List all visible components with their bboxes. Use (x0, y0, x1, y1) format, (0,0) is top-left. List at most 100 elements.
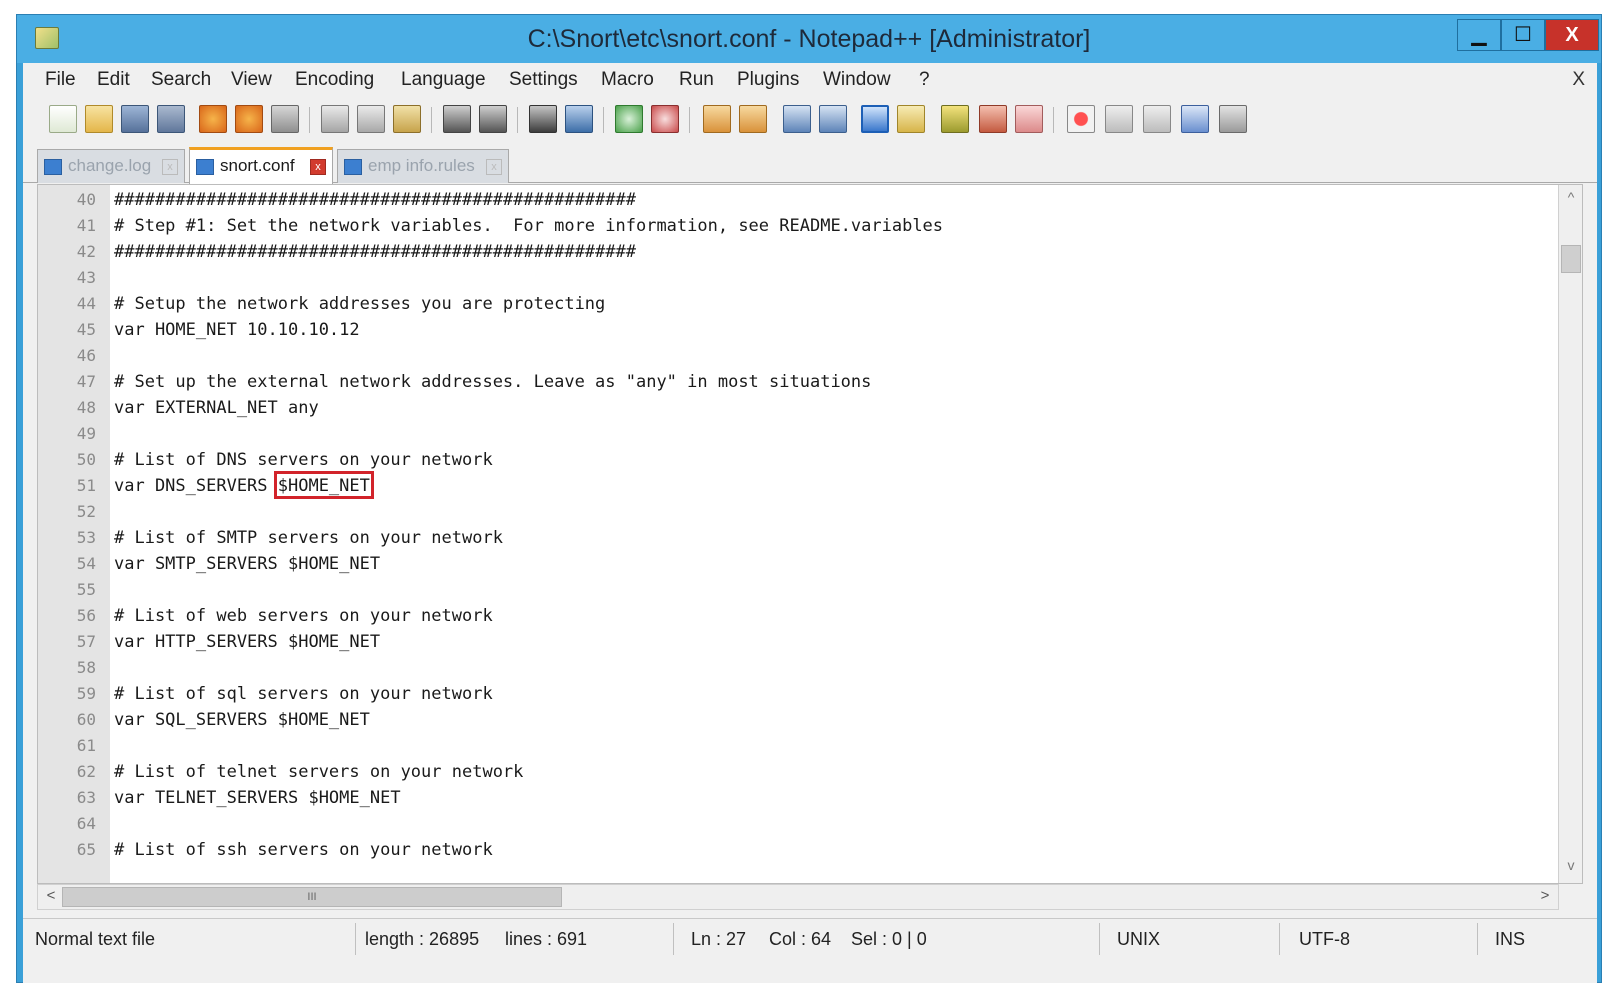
menu-settings[interactable]: Settings (509, 69, 578, 91)
sync-vertical-icon[interactable] (703, 105, 731, 133)
playback-icon[interactable] (1143, 105, 1171, 133)
line-text[interactable]: # List of web servers on your network (114, 603, 493, 629)
line-text[interactable]: # List of SMTP servers on your network (114, 525, 503, 551)
editor-line[interactable]: 49 (38, 421, 1538, 447)
editor-line[interactable]: 42 ######################################… (38, 239, 1538, 265)
menu-search[interactable]: Search (151, 69, 211, 91)
editor-line[interactable]: 63 var TELNET_SERVERS $HOME_NET (38, 785, 1538, 811)
vertical-scroll-thumb[interactable] (1561, 245, 1581, 273)
line-text[interactable]: ########################################… (114, 187, 636, 213)
menu-language[interactable]: Language (401, 69, 486, 91)
function-list-icon[interactable] (979, 105, 1007, 133)
tab-emp-info-rules[interactable]: emp info.rules x (337, 149, 509, 183)
editor-line[interactable]: 54 var SMTP_SERVERS $HOME_NET (38, 551, 1538, 577)
editor-line[interactable]: 48 var EXTERNAL_NET any (38, 395, 1538, 421)
editor-line[interactable]: 51 var DNS_SERVERS $HOME_NET (38, 471, 1538, 499)
close-tab-icon[interactable]: x (162, 159, 178, 175)
folder-workspace-icon[interactable] (1015, 105, 1043, 133)
line-text[interactable]: var HOME_NET 10.10.10.12 (114, 317, 360, 343)
undo-icon[interactable] (443, 105, 471, 133)
line-text[interactable]: # Setup the network addresses you are pr… (114, 291, 605, 317)
editor-line[interactable]: 52 (38, 499, 1538, 525)
line-text[interactable]: # List of sql servers on your network (114, 681, 493, 707)
close-tab-icon[interactable]: x (486, 159, 502, 175)
line-text[interactable]: # Step #1: Set the network variables. Fo… (114, 213, 943, 239)
menu-run[interactable]: Run (679, 69, 714, 91)
find-icon[interactable] (529, 105, 557, 133)
save-macro-icon[interactable] (1219, 105, 1247, 133)
editor-line[interactable]: 46 (38, 343, 1538, 369)
editor-line[interactable]: 53 # List of SMTP servers on your network (38, 525, 1538, 551)
vertical-scrollbar[interactable]: ^ v (1558, 185, 1582, 883)
open-file-icon[interactable] (85, 105, 113, 133)
record-macro-icon[interactable] (1067, 105, 1095, 133)
editor-line[interactable]: 40 ######################################… (38, 187, 1538, 213)
menu-macro[interactable]: Macro (601, 69, 654, 91)
zoom-out-icon[interactable] (651, 105, 679, 133)
menu-view[interactable]: View (231, 69, 272, 91)
menu-plugins[interactable]: Plugins (737, 69, 799, 91)
menu-help[interactable]: ? (919, 69, 930, 91)
user-language-icon[interactable] (897, 105, 925, 133)
scroll-down-icon[interactable]: v (1559, 857, 1582, 879)
copy-icon[interactable] (357, 105, 385, 133)
editor-line[interactable]: 61 (38, 733, 1538, 759)
line-text[interactable]: var TELNET_SERVERS $HOME_NET (114, 785, 401, 811)
editor-line[interactable]: 47 # Set up the external network addresse… (38, 369, 1538, 395)
maximize-button[interactable]: ☐ (1501, 19, 1545, 51)
line-text[interactable]: # Set up the external network addresses.… (114, 369, 871, 395)
zoom-in-icon[interactable] (615, 105, 643, 133)
menu-encoding[interactable]: Encoding (295, 69, 374, 91)
print-icon[interactable] (271, 105, 299, 133)
text-editor[interactable]: 40 ######################################… (37, 184, 1583, 884)
editor-line[interactable]: 58 (38, 655, 1538, 681)
line-text[interactable]: # List of ssh servers on your network (114, 837, 493, 863)
save-icon[interactable] (121, 105, 149, 133)
close-tab-icon[interactable]: x (310, 159, 326, 175)
editor-line[interactable]: 57 var HTTP_SERVERS $HOME_NET (38, 629, 1538, 655)
line-text[interactable]: var SMTP_SERVERS $HOME_NET (114, 551, 380, 577)
line-text[interactable]: # List of telnet servers on your network (114, 759, 523, 785)
scroll-up-icon[interactable]: ^ (1559, 189, 1582, 211)
editor-line[interactable]: 56 # List of web servers on your network (38, 603, 1538, 629)
editor-line[interactable]: 50 # List of DNS servers on your network (38, 447, 1538, 473)
cut-icon[interactable] (321, 105, 349, 133)
menu-edit[interactable]: Edit (97, 69, 130, 91)
sync-horizontal-icon[interactable] (739, 105, 767, 133)
editor-line[interactable]: 60 var SQL_SERVERS $HOME_NET (38, 707, 1538, 733)
minimize-button[interactable]: ▁ (1457, 19, 1501, 51)
redo-icon[interactable] (479, 105, 507, 133)
menu-window[interactable]: Window (823, 69, 891, 91)
indent-guide-icon[interactable] (861, 105, 889, 133)
run-macro-multiple-icon[interactable] (1181, 105, 1209, 133)
title-bar[interactable]: C:\Snort\etc\snort.conf - Notepad++ [Adm… (17, 15, 1601, 63)
document-map-icon[interactable] (941, 105, 969, 133)
editor-line[interactable]: 41 # Step #1: Set the network variables. … (38, 213, 1538, 239)
stop-recording-icon[interactable] (1105, 105, 1133, 133)
close-all-icon[interactable] (235, 105, 263, 133)
horizontal-scroll-thumb[interactable]: III (62, 887, 562, 907)
tab-snort-conf[interactable]: snort.conf x (189, 147, 333, 184)
tab-change-log[interactable]: change.log x (37, 149, 185, 183)
editor-line[interactable]: 59 # List of sql servers on your network (38, 681, 1538, 707)
close-document-button[interactable]: X (1572, 69, 1585, 91)
scroll-left-icon[interactable]: < (40, 887, 62, 904)
line-text[interactable]: ########################################… (114, 239, 636, 265)
paste-icon[interactable] (393, 105, 421, 133)
line-text[interactable]: var EXTERNAL_NET any (114, 395, 319, 421)
menu-file[interactable]: File (45, 69, 76, 91)
editor-line[interactable]: 43 (38, 265, 1538, 291)
editor-line[interactable]: 64 (38, 811, 1538, 837)
replace-icon[interactable] (565, 105, 593, 133)
close-file-icon[interactable] (199, 105, 227, 133)
editor-line[interactable]: 65 # List of ssh servers on your network (38, 837, 1538, 863)
line-text[interactable]: var SQL_SERVERS $HOME_NET (114, 707, 370, 733)
editor-line[interactable]: 44 # Setup the network addresses you are … (38, 291, 1538, 317)
editor-line[interactable]: 45 var HOME_NET 10.10.10.12 (38, 317, 1538, 343)
word-wrap-icon[interactable] (783, 105, 811, 133)
new-file-icon[interactable] (49, 105, 77, 133)
show-all-characters-icon[interactable] (819, 105, 847, 133)
save-all-icon[interactable] (157, 105, 185, 133)
line-text[interactable]: var HTTP_SERVERS $HOME_NET (114, 629, 380, 655)
scroll-right-icon[interactable]: > (1534, 887, 1556, 904)
